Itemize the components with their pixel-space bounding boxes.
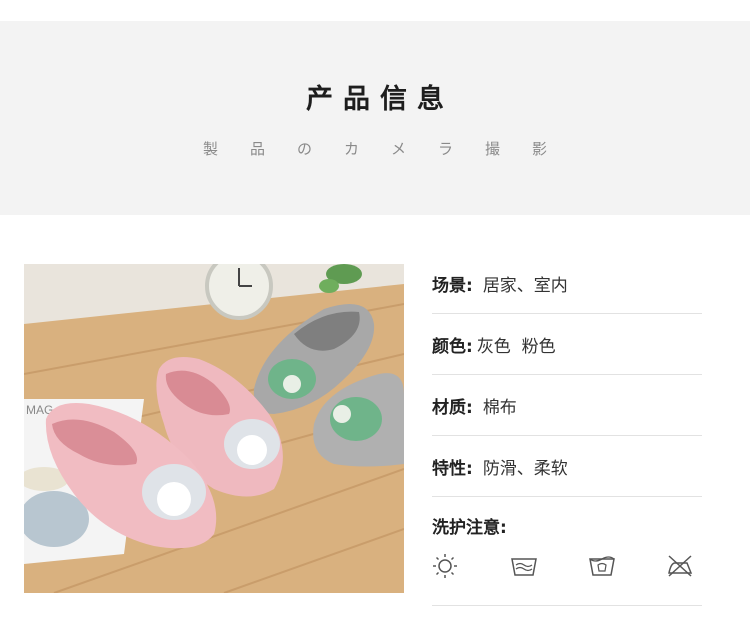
hand-wash-icon xyxy=(510,553,538,581)
spec-list: 场景: 居家、室内 颜色: 灰色 粉色 材质: 棉布 特性: 防滑、柔软 xyxy=(432,253,702,497)
page-subtitle: 製品のカメラ撮影 xyxy=(202,140,579,158)
care-section: 洗护注意: xyxy=(432,495,702,606)
care-title: 洗护注意: xyxy=(432,518,507,538)
page-title: 产品信息 xyxy=(306,84,454,115)
care-icons xyxy=(432,553,702,583)
spec-label: 颜色: xyxy=(432,336,473,357)
spec-row-scene: 场景: 居家、室内 xyxy=(432,253,702,314)
no-iron-icon xyxy=(666,553,694,581)
spec-value: 棉布 xyxy=(482,397,517,418)
header-banner: 产品信息 製品のカメラ撮影 xyxy=(0,21,750,215)
spec-label: 场景: xyxy=(432,275,473,296)
spec-row-color: 颜色: 灰色 粉色 xyxy=(432,314,702,375)
machine-wash-icon xyxy=(588,553,616,581)
spec-row-material: 材质: 棉布 xyxy=(432,375,702,436)
spec-row-feature: 特性: 防滑、柔软 xyxy=(432,436,702,497)
spec-value: 防滑、柔软 xyxy=(482,458,568,479)
spec-value: 居家、室内 xyxy=(482,275,568,296)
spec-label: 特性: xyxy=(432,458,473,479)
slippers-illustration: MAG xyxy=(24,264,404,593)
spec-label: 材质: xyxy=(432,397,473,418)
product-photo: MAG xyxy=(24,264,404,593)
spec-value: 灰色 粉色 xyxy=(476,336,556,357)
sun-dry-icon xyxy=(432,553,460,581)
